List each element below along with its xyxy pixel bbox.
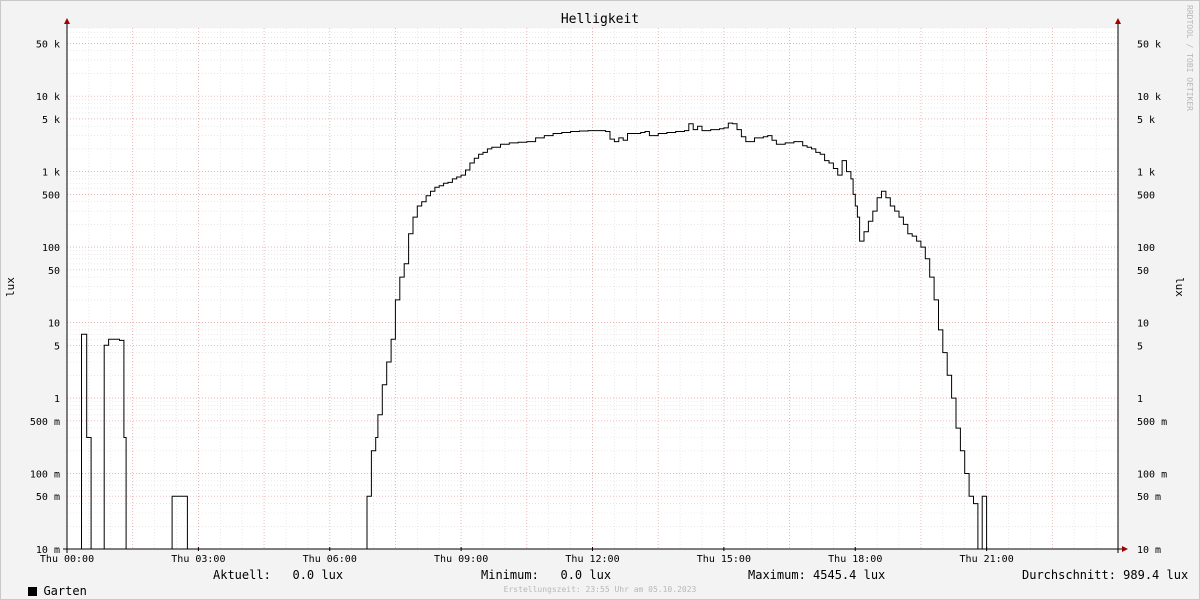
y-tick-label-left: 10 k bbox=[36, 92, 60, 103]
y-tick-label-right: 1 k bbox=[1137, 168, 1155, 179]
x-tick-label: Thu 18:00 bbox=[828, 554, 882, 565]
grid-lines bbox=[66, 27, 1119, 550]
legend-item-garten: Garten bbox=[14, 567, 87, 598]
y-axis-left-arrow bbox=[64, 18, 70, 24]
stat-maximum: Maximum: 4545.4 lux bbox=[748, 568, 886, 582]
y-tick-label-right: 5 bbox=[1137, 341, 1143, 352]
brightness-chart: Thu 00:00 Thu 03:00 Thu 06:00 Thu 09:00 Thu … bbox=[4, 5, 1194, 565]
chart-title: Helligkeit bbox=[561, 12, 639, 27]
y-tick-label-right: 100 bbox=[1137, 243, 1155, 254]
y-tick-label-right: 10 m bbox=[1137, 545, 1161, 556]
y-tick-label-left: 5 k bbox=[42, 115, 60, 126]
y-tick-label-left: 1 k bbox=[42, 168, 60, 179]
y-tick-label-right: 1 bbox=[1137, 394, 1143, 405]
y-tick-label-right: 5 k bbox=[1137, 115, 1155, 126]
stat-current: Aktuell: 0.0 lux bbox=[213, 568, 344, 582]
x-tick-label: Thu 03:00 bbox=[171, 554, 225, 565]
y-tick-label-right: 50 bbox=[1137, 266, 1149, 277]
x-tick-label: Thu 06:00 bbox=[303, 554, 357, 565]
y-tick-label-left: 50 k bbox=[36, 39, 60, 50]
y-tick-label-left: 10 bbox=[48, 319, 60, 330]
x-tick-label: Thu 12:00 bbox=[565, 554, 619, 565]
stat-average: Durchschnitt: 989.4 lux bbox=[1022, 568, 1189, 582]
y-axis-label-left: lux bbox=[4, 277, 17, 297]
y-tick-label-right: 10 bbox=[1137, 319, 1149, 330]
y-tick-label-left: 500 bbox=[42, 190, 60, 201]
x-tick-label: Thu 21:00 bbox=[960, 554, 1014, 565]
y-tick-label-left: 10 m bbox=[36, 545, 60, 556]
y-tick-label-right: 10 k bbox=[1137, 92, 1161, 103]
y-tick-label-right: 500 m bbox=[1137, 417, 1167, 428]
y-tick-label-right: 50 k bbox=[1137, 39, 1161, 50]
stat-minimum: Minimum: 0.0 lux bbox=[481, 568, 612, 582]
y-axis-label-right: lux bbox=[1173, 277, 1186, 297]
y-tick-label-right: 100 m bbox=[1137, 470, 1167, 481]
y-tick-label-left: 5 bbox=[54, 341, 60, 352]
y-tick-label-left: 100 m bbox=[30, 470, 60, 481]
x-tick-label: Thu 09:00 bbox=[434, 554, 488, 565]
creation-time-footer: Erstellungszeit: 23:55 Uhr am 05.10.2023 bbox=[503, 585, 697, 594]
x-tick-label: Thu 15:00 bbox=[697, 554, 751, 565]
y-tick-label-left: 500 m bbox=[30, 417, 60, 428]
x-axis-arrow bbox=[1122, 546, 1128, 552]
y-tick-label-left: 100 bbox=[42, 243, 60, 254]
y-tick-label-right: 50 m bbox=[1137, 492, 1161, 503]
y-tick-label-left: 50 m bbox=[36, 492, 60, 503]
y-tick-label-left: 50 bbox=[48, 266, 60, 277]
y-tick-label-right: 500 bbox=[1137, 190, 1155, 201]
rrdtool-credit: RRDTOOL / TOBI OETIKER bbox=[1185, 5, 1194, 111]
y-axis-right-arrow bbox=[1115, 18, 1121, 24]
y-tick-label-left: 1 bbox=[54, 394, 60, 405]
